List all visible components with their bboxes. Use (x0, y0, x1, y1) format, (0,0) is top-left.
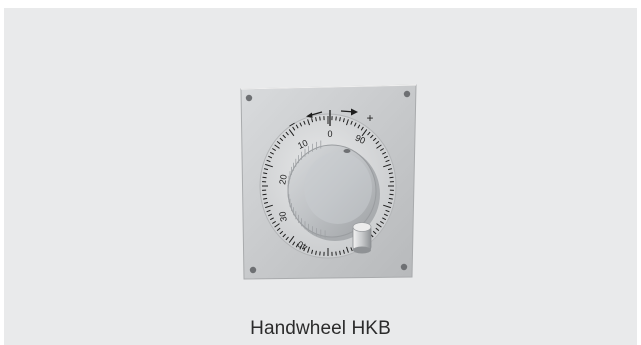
dial-tick (335, 116, 337, 121)
dial-tick (389, 193, 394, 196)
dial-tick (263, 172, 268, 175)
dial-tick (388, 172, 393, 175)
dial-tick (335, 251, 337, 256)
dial-label-20: 20 (277, 174, 289, 186)
dial-tick (262, 176, 267, 179)
dial-tick (389, 176, 394, 179)
plus-marker: + (366, 111, 373, 125)
dial-tick (262, 193, 267, 196)
dial-tick (319, 251, 321, 256)
dial-tick (319, 116, 321, 121)
dial-tick (388, 197, 393, 200)
handwheel-hkb-photo: 0 10 20 30 40 90 − + (240, 84, 417, 280)
product-caption: Handwheel HKB (250, 318, 391, 339)
dial-label-0: 0 (327, 129, 332, 139)
crank-handle (352, 222, 372, 254)
product-image-panel: 0 10 20 30 40 90 − + Handwheel HKB (4, 8, 637, 345)
dial-label-30: 30 (277, 211, 289, 223)
dial-tick (263, 197, 268, 200)
